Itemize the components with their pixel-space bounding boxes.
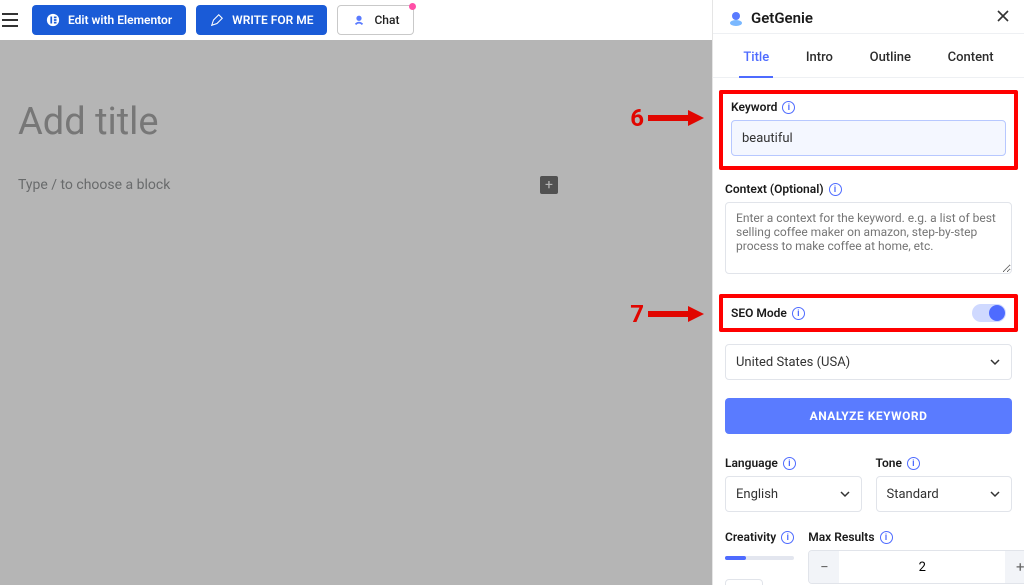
info-icon[interactable]: i (829, 183, 842, 196)
genie-icon (352, 13, 366, 27)
info-icon[interactable]: i (783, 457, 796, 470)
close-button[interactable] (996, 8, 1010, 27)
callout-6: 6 (630, 104, 704, 132)
close-icon (996, 9, 1010, 23)
panel-body: Keyword i Context (Optional) i SEO (713, 78, 1024, 585)
creativity-slider[interactable] (725, 556, 794, 560)
write-for-me-label: WRITE FOR ME (232, 13, 313, 27)
post-title-input[interactable] (18, 100, 694, 144)
max-results-label: Max Results i (808, 530, 1024, 544)
seo-mode-toggle[interactable] (972, 304, 1006, 322)
arrow-icon (648, 110, 704, 126)
max-results-value[interactable] (839, 560, 1005, 575)
notification-dot-icon (409, 3, 416, 10)
country-value: United States (USA) (736, 355, 850, 370)
tab-content[interactable]: Content (944, 44, 998, 77)
tone-label: Tone i (876, 456, 1013, 470)
tone-value: Standard (887, 487, 939, 502)
arrow-icon (648, 306, 704, 322)
country-select[interactable]: United States (USA) (725, 344, 1012, 380)
menu-icon[interactable] (0, 0, 22, 40)
stepper-plus-button[interactable]: + (1005, 551, 1024, 583)
tone-select[interactable]: Standard (876, 476, 1013, 512)
context-textarea[interactable] (725, 202, 1012, 274)
creativity-label: Creativity i (725, 530, 794, 544)
callout-6-number: 6 (630, 104, 644, 132)
edit-elementor-label: Edit with Elementor (68, 13, 172, 27)
annotation-box-keyword: Keyword i (719, 90, 1018, 170)
editor-body: Type / to choose a block + (0, 40, 712, 194)
context-label: Context (Optional) i (725, 182, 1012, 196)
language-label: Language i (725, 456, 862, 470)
elementor-icon (46, 13, 60, 27)
editor-toolbar: Edit with Elementor WRITE FOR ME Chat (0, 0, 712, 40)
chevron-down-icon (989, 356, 1001, 368)
tab-intro[interactable]: Intro (802, 44, 837, 77)
language-select[interactable]: English (725, 476, 862, 512)
info-icon[interactable]: i (781, 531, 794, 544)
max-results-stepper[interactable]: − + (808, 550, 1024, 584)
brand: GetGenie (727, 9, 813, 27)
panel-tabs: Title Intro Outline Content (713, 34, 1024, 78)
block-hint-text[interactable]: Type / to choose a block (18, 177, 170, 193)
chevron-down-icon (989, 488, 1001, 500)
pen-icon (210, 13, 224, 27)
callout-7: 7 (630, 300, 704, 328)
chat-label: Chat (374, 13, 399, 27)
info-icon[interactable]: i (907, 457, 920, 470)
editor-main: Edit with Elementor WRITE FOR ME Chat Ty… (0, 0, 712, 585)
keyword-label: Keyword i (731, 100, 1006, 114)
getgenie-logo-icon (727, 9, 745, 27)
info-icon[interactable]: i (880, 531, 893, 544)
language-value: English (736, 487, 778, 502)
chat-button[interactable]: Chat (337, 5, 414, 35)
callout-7-number: 7 (630, 300, 644, 328)
info-icon[interactable]: i (792, 307, 805, 320)
seo-mode-label: SEO Mode i (731, 306, 805, 320)
info-icon[interactable]: i (782, 101, 795, 114)
panel-header: GetGenie (713, 0, 1024, 34)
analyze-keyword-button[interactable]: ANALYZE KEYWORD (725, 398, 1012, 434)
chevron-down-icon (839, 488, 851, 500)
creativity-value-box[interactable] (725, 579, 763, 585)
getgenie-panel: GetGenie Title Intro Outline Content Key… (712, 0, 1024, 585)
stepper-minus-button[interactable]: − (809, 551, 839, 583)
annotation-box-seo: SEO Mode i (719, 294, 1018, 332)
keyword-input[interactable] (731, 120, 1006, 156)
tab-title[interactable]: Title (739, 44, 773, 77)
tab-outline[interactable]: Outline (866, 44, 915, 77)
write-for-me-button[interactable]: WRITE FOR ME (196, 5, 327, 35)
brand-name: GetGenie (751, 9, 813, 27)
edit-elementor-button[interactable]: Edit with Elementor (32, 5, 186, 35)
add-block-button[interactable]: + (540, 176, 558, 194)
